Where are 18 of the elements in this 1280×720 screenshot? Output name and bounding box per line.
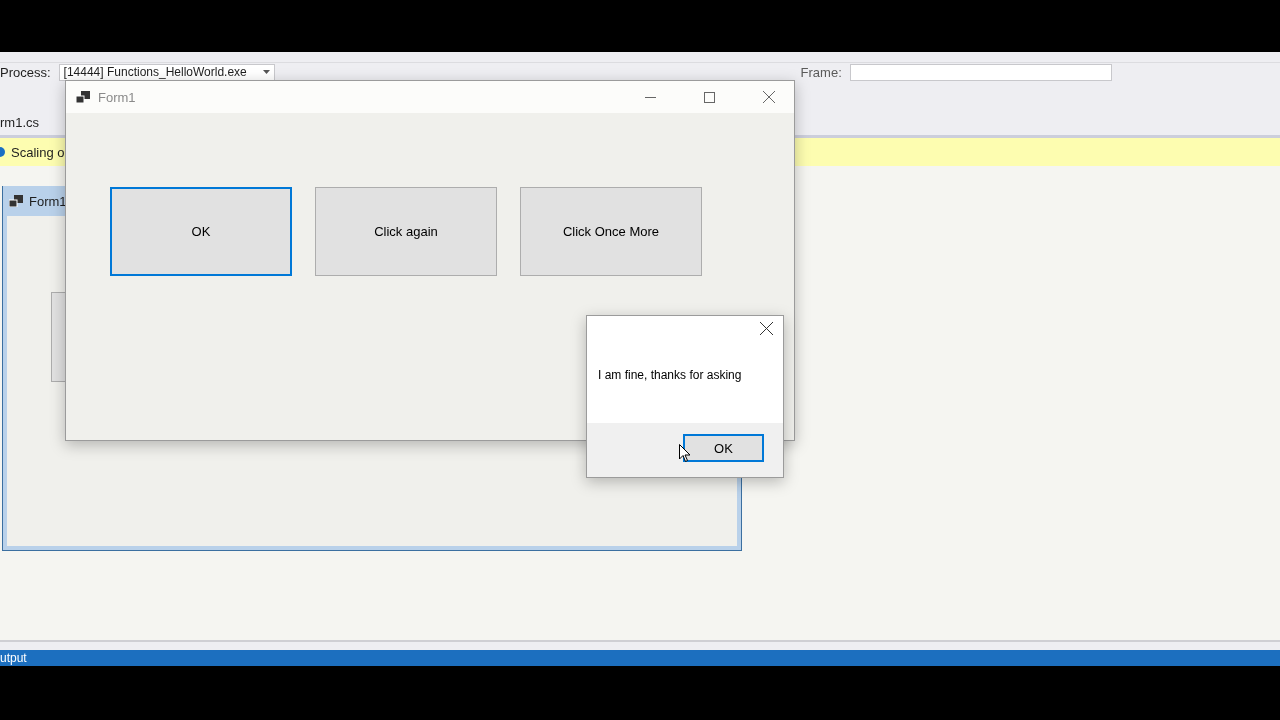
- form-button[interactable]: Click Once More: [520, 187, 702, 276]
- cursor-icon: [679, 444, 691, 463]
- ok-button[interactable]: OK: [683, 434, 764, 462]
- process-label: Process:: [0, 64, 51, 80]
- stack-frame-dropdown[interactable]: [849, 63, 1112, 81]
- output-tab[interactable]: utput: [0, 651, 27, 665]
- info-text: Scaling o: [11, 144, 65, 160]
- document-tab[interactable]: rm1.cs: [0, 108, 39, 130]
- window-title: Form1: [98, 89, 137, 105]
- window-icon: [76, 91, 90, 103]
- dropdown-arrow-icon: [262, 70, 270, 74]
- form-button[interactable]: Click again: [315, 187, 497, 276]
- message-text: I am fine, thanks for asking: [597, 367, 743, 382]
- designer-form-title: Form1: [29, 193, 67, 209]
- stack-frame-label: Frame:: [800, 64, 842, 80]
- process-dropdown[interactable]: [14444] Functions_HelloWorld.exe: [58, 63, 275, 81]
- form-button[interactable]: OK: [110, 187, 292, 276]
- window-icon: [9, 195, 23, 207]
